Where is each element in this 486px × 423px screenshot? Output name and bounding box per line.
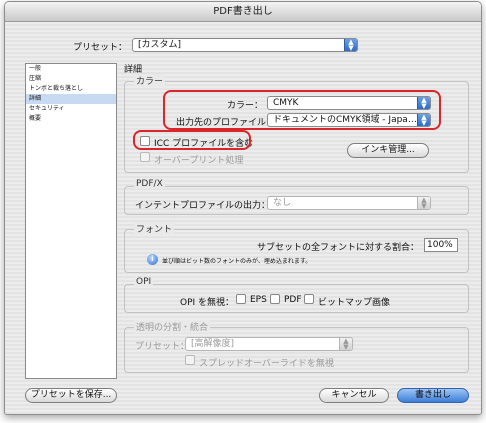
omit-eps-label: EPS — [250, 295, 267, 305]
ignore-spread-override-checkbox[interactable] — [185, 355, 195, 365]
color-group-title: カラー — [134, 74, 166, 87]
sidebar-item-compression[interactable]: 圧縮 — [26, 74, 116, 84]
sidebar-item-summary[interactable]: 概要 — [26, 114, 116, 124]
highlight-ring — [163, 90, 441, 130]
ink-manager-button[interactable]: インキ管理... — [347, 143, 429, 158]
omit-pdf-label: PDF — [284, 295, 302, 305]
sidebar-item-general[interactable]: 一般 — [26, 64, 116, 74]
save-preset-button[interactable]: プリセットを保存... — [25, 388, 117, 403]
omit-pdf-checkbox[interactable] — [270, 294, 280, 304]
sidebar-item-marks-bleeds[interactable]: トンボと裁ち落とし — [26, 84, 116, 94]
preset-label: プリセット： — [73, 43, 128, 53]
transparency-group-title: 透明の分割・統合 — [134, 320, 211, 333]
overprint-checkbox[interactable] — [140, 152, 150, 162]
pdf-export-dialog: PDF書き出し プリセット： [カスタム] ▲ ▼ 一般 圧縮 トンボと裁ち落とし… — [4, 1, 482, 415]
category-list[interactable]: 一般 圧縮 トンボと裁ち落とし 詳細 セキュリティ 概要 — [25, 63, 117, 379]
opi-group-title: OPI — [134, 277, 154, 287]
intent-profile-popup[interactable]: なし ▲ ▼ — [267, 196, 431, 210]
omit-eps-checkbox[interactable] — [236, 294, 246, 304]
flattener-preset-value: [高解像度] — [191, 339, 235, 349]
omit-bitmap-checkbox[interactable] — [304, 294, 314, 304]
preset-popup[interactable]: [カスタム] ▲ ▼ — [132, 38, 358, 52]
pdfx-group-title: PDF/X — [134, 179, 165, 189]
flattener-preset-popup[interactable]: [高解像度] ▲ ▼ — [185, 337, 353, 351]
fonts-group-title: フォント — [134, 222, 175, 235]
export-button[interactable]: 書き出し — [397, 388, 469, 403]
preset-value: [カスタム] — [138, 40, 182, 50]
fonts-note: 並び順はビット数のフォントのみが、埋め込まれます。 — [162, 258, 312, 265]
intent-profile-value: なし — [273, 198, 292, 208]
info-icon: i — [147, 254, 158, 265]
subset-label: サブセットの全フォントに対する割合： — [257, 243, 420, 253]
sidebar-item-security[interactable]: セキュリティ — [26, 104, 116, 114]
flattener-preset-label: プリセット： — [135, 342, 190, 352]
sidebar-item-advanced[interactable]: 詳細 — [26, 94, 116, 104]
popup-arrows-icon: ▲ ▼ — [339, 338, 352, 350]
intent-profile-label: インテントプロファイルの出力： — [135, 201, 271, 211]
ignore-spread-override-label: スプレッドオーバーライドを無視 — [199, 359, 334, 369]
omit-bitmap-label: ビットマップ画像 — [318, 298, 391, 308]
popup-arrows-icon: ▲ ▼ — [344, 39, 357, 51]
opi-omit-label: OPI を無視： — [180, 298, 235, 308]
overprint-label: オーバープリント処理 — [154, 156, 244, 166]
cancel-button[interactable]: キャンセル — [319, 388, 389, 403]
highlight-ring — [133, 130, 251, 150]
window-title: PDF書き出し — [5, 2, 481, 22]
popup-arrows-icon: ▲ ▼ — [417, 197, 430, 209]
subset-threshold-input[interactable]: 100% — [424, 238, 458, 252]
